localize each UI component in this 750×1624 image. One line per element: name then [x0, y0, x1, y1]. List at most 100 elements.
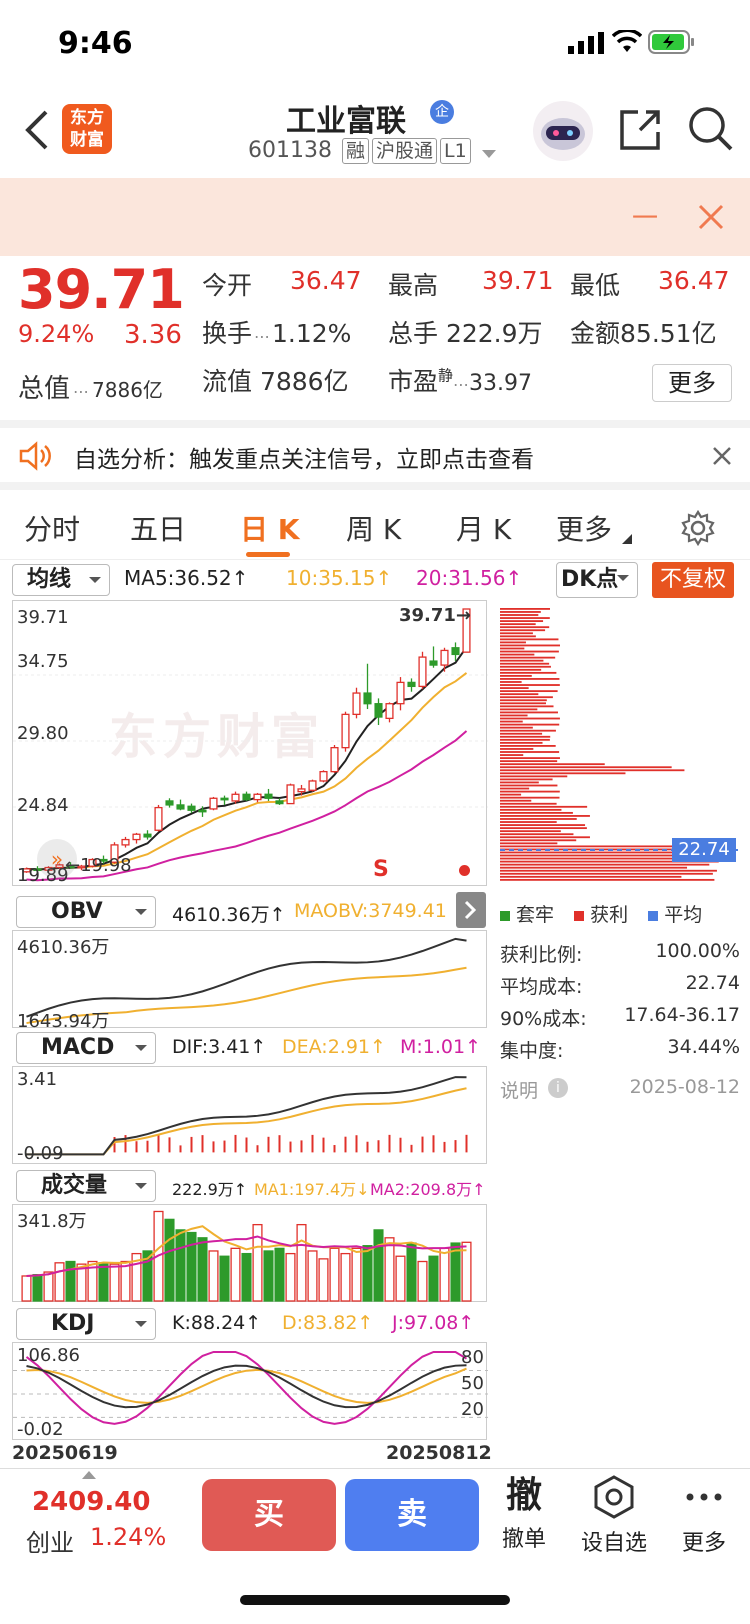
tab-intraday[interactable]: 分时 [24, 508, 80, 548]
info-icon[interactable]: ⋯ [453, 375, 469, 394]
chip-bar [500, 668, 542, 671]
expand-panel-button[interactable] [456, 892, 486, 928]
turnover: 换手 ⋯1.12% [202, 319, 352, 348]
chip-bar [500, 745, 556, 747]
macd-select[interactable]: MACD [16, 1032, 156, 1064]
candle [220, 797, 229, 801]
add-watchlist-button[interactable]: 设自选 [574, 1475, 654, 1557]
obv-panel[interactable]: 4610.36万 1643.94万 [12, 930, 487, 1032]
y-label-min: -0.09 [17, 1143, 64, 1164]
chip-bar [500, 702, 546, 705]
volume-bar [428, 1255, 439, 1302]
j-value: J:97.08↑ [392, 1312, 475, 1334]
level-80: 80 [461, 1347, 484, 1368]
sell-signal[interactable]: S [373, 857, 389, 882]
x-end-date: 20250812 [386, 1442, 492, 1464]
signal-dot[interactable] [459, 865, 470, 876]
close-icon[interactable] [712, 446, 732, 466]
obv-select[interactable]: OBV [16, 896, 156, 928]
chip-note[interactable]: 说明 2025-08-12 [500, 1076, 740, 1103]
kdj-select[interactable]: KDJ [16, 1308, 156, 1340]
banner-text: 一 [632, 204, 659, 234]
dk-point-select[interactable]: DK点 [556, 562, 638, 598]
app-logo: 东方 财富 [62, 104, 112, 154]
chip-bar [500, 760, 558, 763]
chip-distribution[interactable]: 22.74 [500, 600, 738, 890]
collapse-icon[interactable]: » [37, 839, 77, 879]
chip-bar [500, 796, 560, 799]
info-icon[interactable]: ⋯ [254, 327, 270, 346]
settings-gear-icon[interactable] [680, 510, 716, 546]
chip-bar [500, 629, 546, 632]
chip-bar [500, 808, 562, 811]
candlestick-chart [13, 608, 488, 882]
ma20-legend: 20:31.56↑ [416, 566, 523, 590]
chevron-down-icon[interactable] [620, 534, 632, 544]
search-icon[interactable] [688, 106, 734, 152]
sell-button[interactable]: 卖 [345, 1479, 479, 1551]
chevron-right-icon [464, 900, 477, 920]
index-name[interactable]: 创业 [26, 1523, 74, 1558]
chip-bar [500, 748, 534, 750]
kline-panel[interactable]: 东方财富 39.71 34.75 29.80 24.84 19.89 39.71… [12, 600, 488, 886]
chevron-down-icon[interactable] [482, 150, 496, 160]
notice-text: 自选分析：触发重点关注信号，立即点击查看 [74, 447, 534, 473]
caret-up-icon[interactable] [82, 1471, 96, 1479]
more-actions-button[interactable]: 更多 [664, 1475, 744, 1557]
pe-ratio: 市盈静⋯33.97 [388, 366, 533, 396]
volume-bar [373, 1229, 384, 1302]
chip-bar [500, 784, 558, 787]
chip-bar [500, 827, 587, 830]
tab-daily-k[interactable]: 日 K [240, 508, 299, 548]
average-swatch [648, 911, 659, 921]
chip-bar [500, 799, 532, 802]
chip-bar [500, 872, 713, 875]
tab-five-day[interactable]: 五日 [130, 508, 186, 548]
ma-select[interactable]: 均线 [12, 564, 110, 596]
tab-more[interactable]: 更多 [556, 508, 612, 548]
tab-weekly-k[interactable]: 周 K [346, 508, 401, 548]
change-amount: 3.36 [124, 320, 182, 350]
candle [121, 838, 130, 846]
ma5-legend: MA5:36.52↑ [124, 566, 249, 590]
chip-bar [500, 802, 557, 805]
info-icon[interactable]: ⋯ [73, 382, 89, 401]
chip-bar [500, 641, 526, 644]
index-change[interactable]: 1.24% [90, 1523, 166, 1551]
more-quote-button[interactable]: 更多 [652, 364, 732, 402]
info-icon[interactable]: i [548, 1078, 568, 1098]
robot-assistant-icon[interactable] [532, 100, 594, 162]
volume-panel[interactable]: 341.8万 [12, 1204, 487, 1302]
chip-bar [500, 781, 539, 784]
back-icon[interactable] [24, 110, 50, 150]
low-label: 最低 [570, 271, 621, 300]
volume-bar [406, 1242, 417, 1302]
promo-banner[interactable]: 一 [0, 178, 750, 256]
buy-button[interactable]: 买 [202, 1479, 336, 1551]
tab-monthly-k[interactable]: 月 K [456, 508, 511, 548]
volume-bar [164, 1218, 175, 1302]
kdj-panel[interactable]: 106.86 -0.02 80 50 20 [12, 1342, 488, 1440]
macd-panel[interactable]: 3.41 -0.09 [12, 1066, 487, 1164]
close-icon[interactable] [698, 204, 724, 230]
chip-bar [500, 815, 590, 817]
cancel-order-button[interactable]: 撤 撤单 [484, 1475, 564, 1553]
chip-bar [500, 717, 560, 720]
volume-select[interactable]: 成交量 [16, 1170, 156, 1202]
chip-bar [500, 687, 529, 689]
chip-bar [500, 833, 574, 836]
y-label-max: 4610.36万 [17, 937, 110, 958]
dif-value: DIF:3.41↑ [172, 1036, 267, 1058]
adjust-mode-button[interactable]: 不复权 [652, 562, 734, 598]
share-icon[interactable] [618, 108, 662, 152]
chip-bar [500, 772, 626, 775]
analysis-notice[interactable]: 自选分析：触发重点关注信号，立即点击查看 [0, 420, 750, 490]
home-indicator [240, 1595, 510, 1605]
index-value[interactable]: 2409.40 [32, 1487, 150, 1517]
volume-bar [219, 1255, 230, 1302]
avg-cost-tag: 22.74 [672, 838, 736, 862]
level-tag: L1 [440, 138, 471, 164]
volume-bar [186, 1231, 197, 1302]
chip-bar [500, 766, 672, 769]
candle [231, 793, 240, 802]
